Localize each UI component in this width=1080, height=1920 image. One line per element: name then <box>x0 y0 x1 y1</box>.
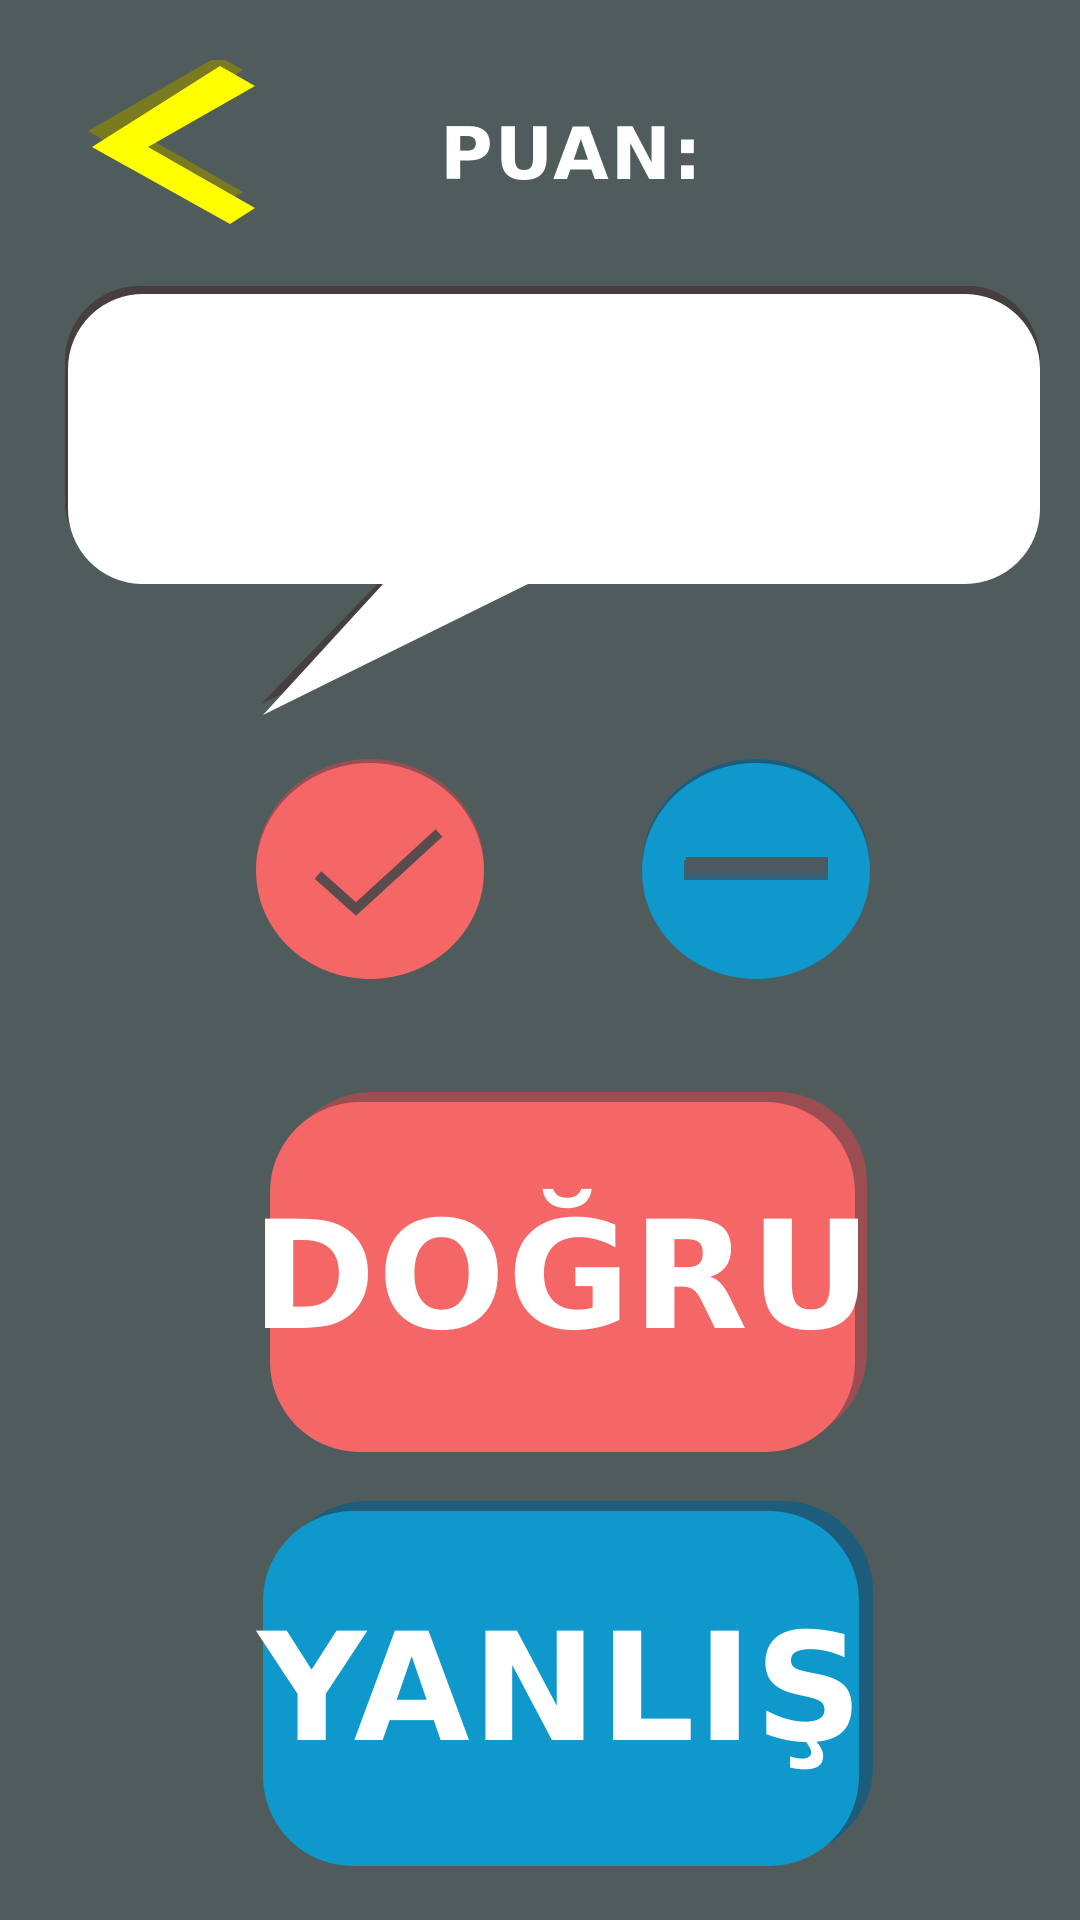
question-bubble <box>60 280 1040 730</box>
correct-indicator <box>252 756 488 982</box>
minus-icon <box>638 756 874 982</box>
false-button-label: YANLIŞ <box>257 1601 865 1776</box>
chevron-left-icon <box>80 60 270 240</box>
true-button[interactable]: DOĞRU <box>251 1102 872 1452</box>
wrong-indicator <box>638 756 874 982</box>
score-label: PUAN: <box>440 112 704 196</box>
true-button-label: DOĞRU <box>251 1190 874 1364</box>
false-button[interactable]: YANLIŞ <box>257 1511 863 1866</box>
checkmark-icon <box>252 756 488 982</box>
back-button[interactable] <box>80 60 270 240</box>
